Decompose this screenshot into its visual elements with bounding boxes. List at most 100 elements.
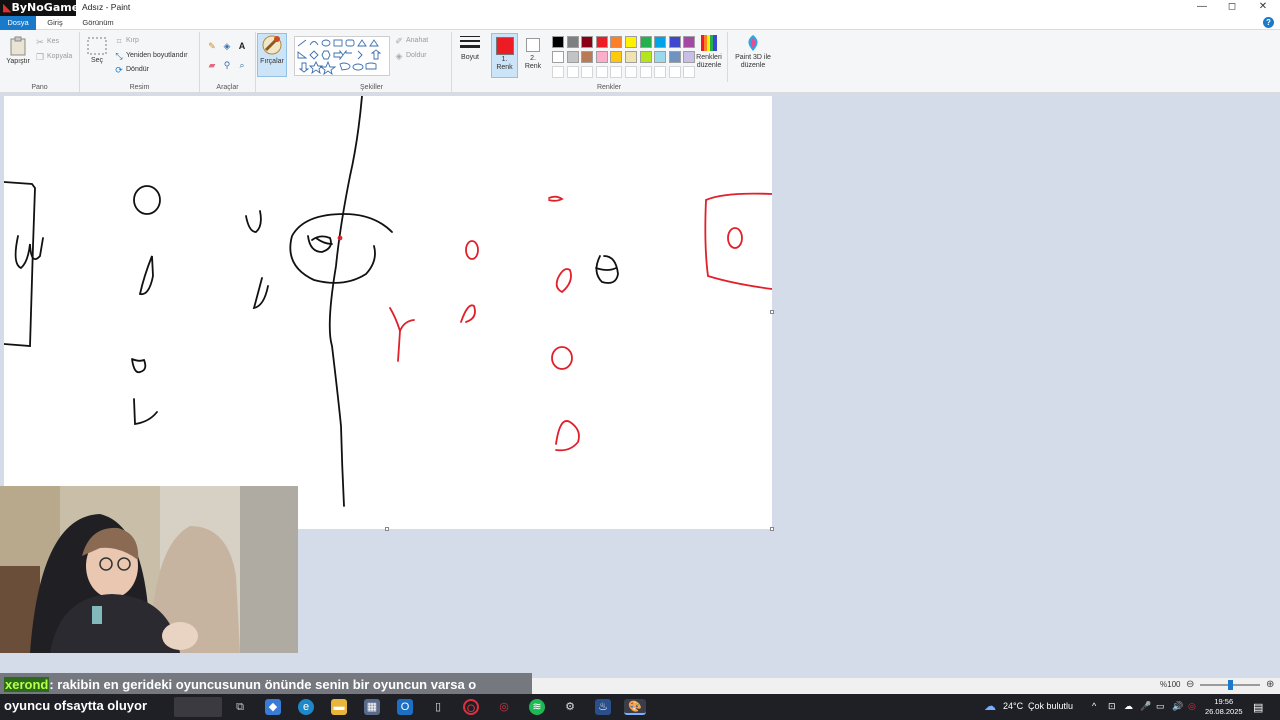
settings-icon[interactable]: ⚙ [562, 699, 578, 715]
opera-icon[interactable]: O [463, 699, 479, 715]
copy-icon: ❐ [35, 52, 45, 62]
palette-custom-slot[interactable] [595, 66, 608, 78]
resize-button[interactable]: Yeniden boyutlandır [126, 52, 188, 59]
outlook-icon[interactable]: O [397, 699, 413, 715]
magnifier-icon[interactable]: ⌕ [237, 60, 247, 70]
center-player-mark [307, 235, 333, 253]
color2-button[interactable]: 2. Renk [521, 33, 545, 78]
maximize-button[interactable]: ◻ [1217, 0, 1247, 16]
palette-swatch[interactable] [552, 36, 564, 48]
group-label-shapes: Şekiller [360, 84, 383, 91]
tab-file[interactable]: Dosya [0, 16, 36, 30]
outline-button[interactable]: Anahat [406, 37, 428, 44]
document-icon[interactable]: ▯ [430, 699, 446, 715]
tray-opera-icon[interactable]: ◎ [1188, 701, 1196, 712]
spotify-icon[interactable]: ≋ [529, 699, 545, 715]
zoom-out-icon[interactable]: ⊖ [1186, 679, 1194, 690]
resize-handle-right[interactable] [770, 310, 774, 314]
resize-handle-bottom[interactable] [385, 527, 389, 531]
palette-swatch[interactable] [668, 51, 681, 63]
palette-swatch[interactable] [639, 51, 652, 63]
palette-swatch[interactable] [595, 36, 608, 48]
eraser-icon[interactable]: ▰ [207, 60, 217, 70]
palette-swatch[interactable] [668, 36, 681, 48]
copy-button[interactable]: Kopyala [47, 53, 72, 60]
brush-icon [262, 35, 282, 55]
explorer-icon[interactable]: ▬ [331, 699, 347, 715]
help-icon[interactable]: ? [1263, 17, 1274, 28]
tray-cloud-icon[interactable]: ☁ [1124, 701, 1133, 712]
minimize-button[interactable]: — [1187, 0, 1217, 16]
palette-custom-slot[interactable] [610, 66, 623, 78]
drawing-canvas[interactable] [4, 96, 772, 529]
weather-temp[interactable]: 24°C [1003, 701, 1023, 711]
ribbon-divider [727, 32, 728, 82]
taskbar-clock[interactable]: 19:56 26.08.2025 [1205, 697, 1243, 717]
palette-swatch[interactable] [595, 51, 608, 63]
tab-home[interactable]: Giriş [40, 16, 70, 30]
pencil-icon[interactable]: ✎ [207, 41, 217, 51]
color-wheel-icon [701, 35, 717, 51]
palette-swatch[interactable] [610, 51, 623, 63]
red-player-3 [389, 307, 415, 362]
zoom-slider-thumb[interactable] [1228, 680, 1233, 690]
edit-colors-button[interactable]: Renkleri düzenle [694, 34, 724, 70]
palette-swatch[interactable] [625, 36, 637, 48]
color-picker-icon[interactable]: ⚲ [222, 60, 232, 70]
weather-text[interactable]: Çok bulutlu [1028, 701, 1073, 711]
scissors-icon: ✂ [36, 37, 44, 47]
player-mark-5 [245, 210, 262, 233]
palette-custom-slot[interactable] [566, 66, 579, 78]
steam-icon[interactable]: ♨ [595, 699, 611, 715]
palette-swatch[interactable] [654, 36, 667, 48]
palette-swatch[interactable] [566, 51, 579, 63]
notification-icon[interactable]: ▤ [1253, 701, 1263, 714]
palette-swatch[interactable] [566, 36, 579, 48]
brand-logo: ◣ByNoGame [0, 0, 79, 16]
resize-handle-corner[interactable] [770, 527, 774, 531]
cut-button[interactable]: Kes [47, 38, 59, 45]
text-tool-icon[interactable]: A [237, 41, 247, 51]
paint-taskbar-icon[interactable]: 🎨 [624, 699, 646, 715]
copilot-icon[interactable]: ◆ [265, 699, 281, 715]
recorder-icon[interactable]: ◎ [496, 699, 512, 715]
close-button[interactable]: ✕ [1248, 0, 1278, 16]
brushes-button[interactable]: Fırçalar [257, 33, 287, 77]
palette-custom-slot[interactable] [581, 66, 594, 78]
palette-swatch[interactable] [581, 36, 594, 48]
palette-swatch[interactable] [610, 36, 623, 48]
palette-custom-slot[interactable] [552, 66, 564, 78]
paste-button[interactable]: Yapıştır [4, 36, 32, 65]
palette-swatch[interactable] [581, 51, 594, 63]
palette-swatch[interactable] [552, 51, 564, 63]
palette-custom-slot[interactable] [639, 66, 652, 78]
rotate-button[interactable]: Döndür [126, 66, 149, 73]
fill-button[interactable]: Doldur [406, 52, 427, 59]
fill-bucket-icon[interactable]: ◈ [222, 41, 232, 51]
tray-chevron-icon[interactable]: ^ [1092, 701, 1096, 711]
zoom-in-icon[interactable]: ⊕ [1266, 679, 1274, 690]
microphone-icon[interactable]: 🎤 [1140, 701, 1151, 712]
palette-custom-slot[interactable] [654, 66, 667, 78]
task-view-icon[interactable]: ⧉ [232, 699, 248, 715]
palette-swatch[interactable] [654, 51, 667, 63]
tab-view[interactable]: Görünüm [76, 16, 120, 30]
color1-button[interactable]: 1. Renk [491, 33, 518, 78]
store-icon[interactable]: ▦ [364, 699, 380, 715]
select-button[interactable]: Seç [84, 37, 110, 64]
size-label: Boyut [461, 54, 479, 61]
volume-icon[interactable]: 🔊 [1172, 701, 1183, 712]
network-icon[interactable]: ▭ [1156, 701, 1165, 712]
paint3d-button[interactable]: Paint 3D ile düzenle [732, 34, 774, 70]
crop-button[interactable]: Kırp [126, 37, 139, 44]
edge-icon[interactable]: e [298, 699, 314, 715]
palette-custom-slot[interactable] [668, 66, 681, 78]
size-button[interactable]: Boyut [455, 34, 485, 61]
palette-swatch[interactable] [639, 36, 652, 48]
palette-custom-slot[interactable] [625, 66, 637, 78]
palette-swatch[interactable] [625, 51, 637, 63]
shapes-gallery[interactable] [294, 36, 390, 76]
window-title: Adsız - Paint [82, 2, 131, 12]
tray-app-icon[interactable]: ⊡ [1108, 701, 1116, 712]
taskbar-thumbnail[interactable] [174, 697, 222, 717]
